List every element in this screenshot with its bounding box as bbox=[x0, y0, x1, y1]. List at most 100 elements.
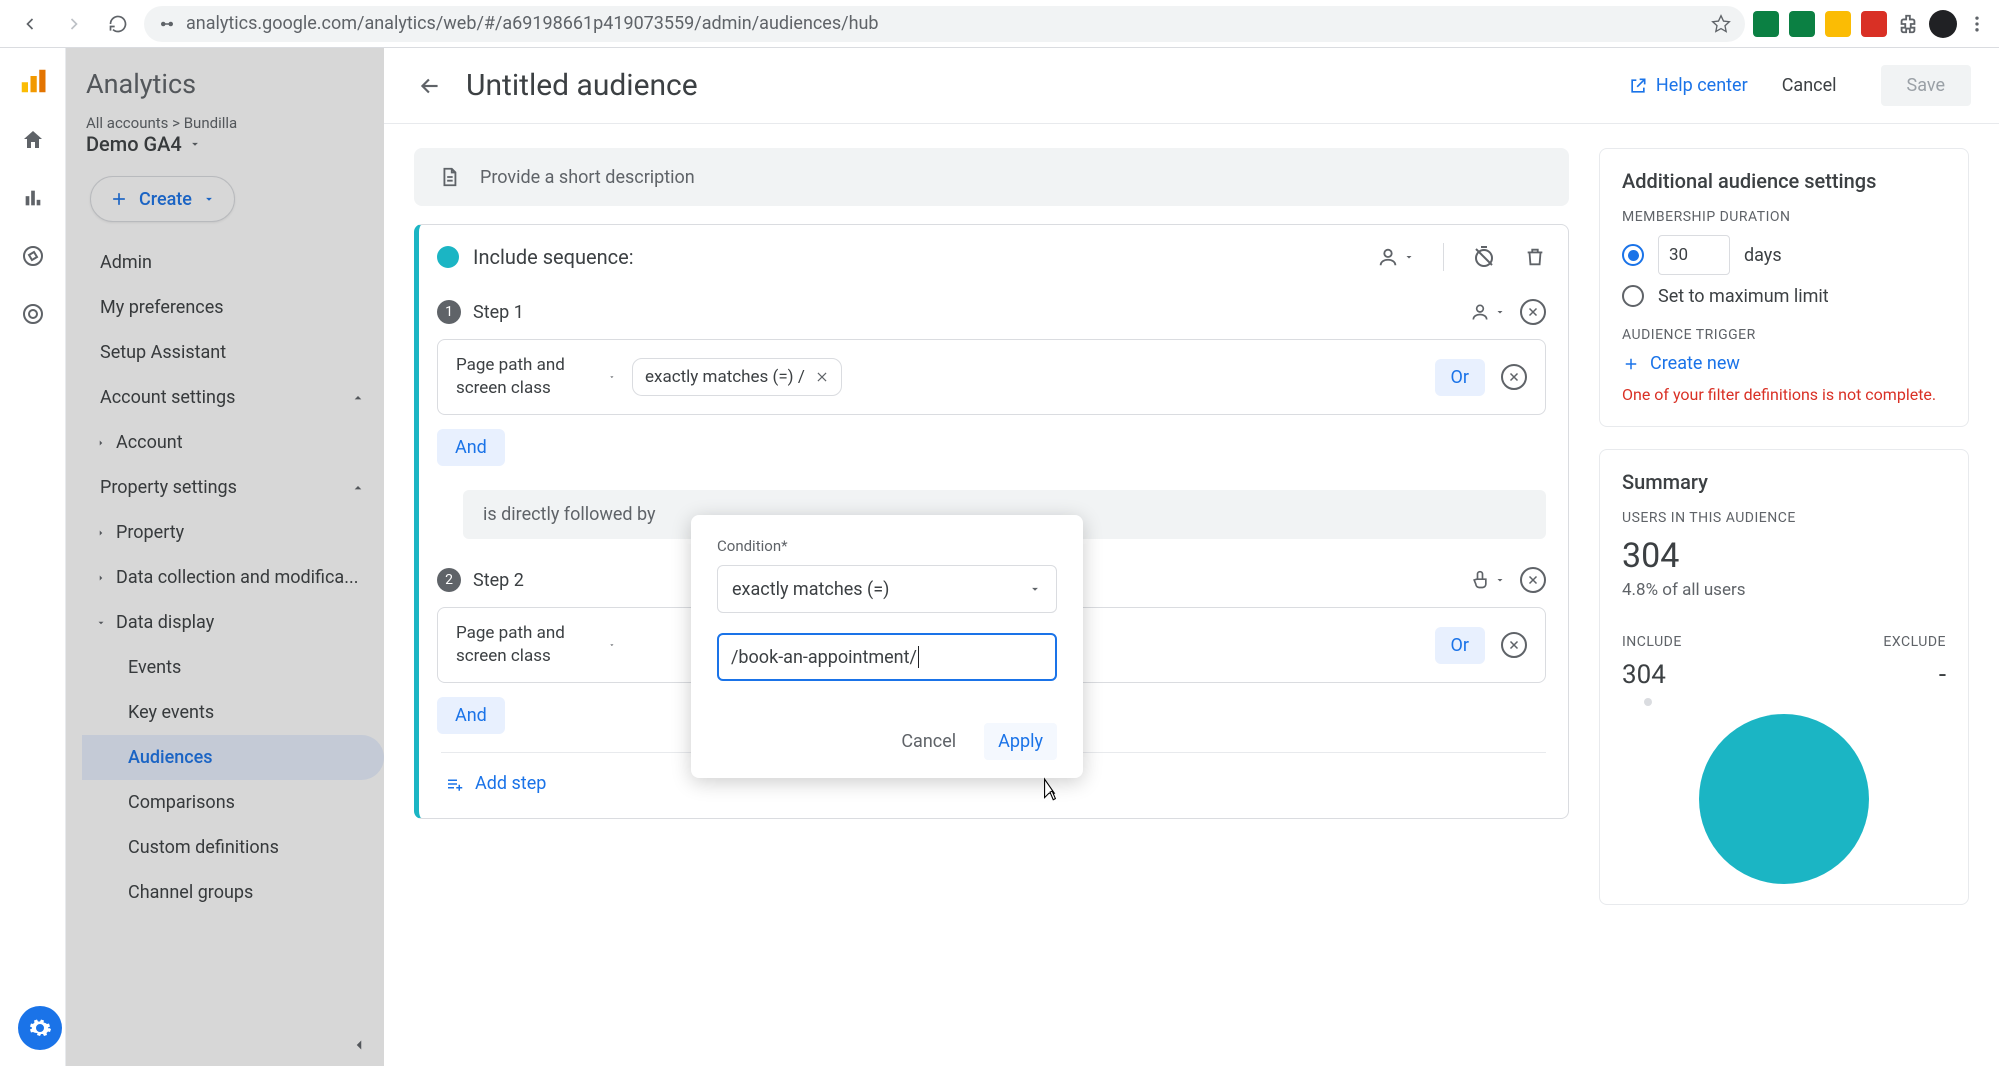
step-number-1: 1 bbox=[437, 300, 461, 324]
exclude-label: EXCLUDE bbox=[1883, 634, 1946, 650]
menu-dots-icon[interactable] bbox=[1967, 14, 1987, 34]
remove-chip-icon[interactable] bbox=[815, 370, 829, 384]
chevron-right-icon bbox=[96, 573, 106, 583]
url-text: analytics.google.com/analytics/web/#/a69… bbox=[186, 13, 879, 34]
max-limit-label: Set to maximum limit bbox=[1658, 286, 1829, 307]
chevron-right-icon bbox=[96, 438, 106, 448]
admin-gear-fab[interactable] bbox=[18, 1006, 62, 1050]
nav-property-settings[interactable]: Property settings bbox=[82, 465, 384, 510]
remove-condition-step1[interactable] bbox=[1501, 364, 1527, 390]
popover-cancel-button[interactable]: Cancel bbox=[895, 723, 962, 760]
step2-scope-picker[interactable] bbox=[1470, 570, 1506, 590]
or-button-step2[interactable]: Or bbox=[1435, 627, 1485, 664]
nav-admin[interactable]: Admin bbox=[82, 240, 384, 285]
home-icon[interactable] bbox=[19, 126, 47, 154]
chevron-up-icon bbox=[350, 390, 366, 406]
days-label: days bbox=[1744, 245, 1782, 266]
scope-picker[interactable] bbox=[1377, 246, 1415, 268]
nav-account[interactable]: Account bbox=[82, 420, 384, 465]
extension-1[interactable] bbox=[1753, 11, 1779, 37]
extension-icons bbox=[1753, 10, 1987, 38]
condition-operator-select[interactable]: exactly matches (=) bbox=[717, 565, 1057, 613]
breadcrumb[interactable]: All accounts > Bundilla bbox=[86, 114, 376, 132]
condition-value-input[interactable]: /book-an-appointment/ bbox=[717, 633, 1057, 681]
remove-condition-step2[interactable] bbox=[1501, 632, 1527, 658]
site-icon bbox=[158, 15, 176, 33]
include-indicator bbox=[437, 246, 459, 268]
forward-button[interactable] bbox=[56, 6, 92, 42]
dimension-select-step1[interactable]: Page path and screen class bbox=[456, 354, 616, 400]
chevron-down-icon bbox=[1403, 251, 1415, 263]
browser-toolbar: analytics.google.com/analytics/web/#/a69… bbox=[0, 0, 1999, 48]
nav-setup-assistant[interactable]: Setup Assistant bbox=[82, 330, 384, 375]
duration-days-radio[interactable] bbox=[1622, 244, 1644, 266]
step-1-label: Step 1 bbox=[473, 302, 1458, 323]
nav-data-display[interactable]: Data display bbox=[82, 600, 384, 645]
extension-3[interactable] bbox=[1825, 11, 1851, 37]
nav-events[interactable]: Events bbox=[82, 645, 384, 690]
chevron-up-icon bbox=[350, 480, 366, 496]
and-button-step1[interactable]: And bbox=[437, 429, 505, 466]
include-sequence-label: Include sequence: bbox=[473, 245, 1363, 269]
step-1: 1 Step 1 bbox=[419, 281, 1568, 480]
step1-scope-picker[interactable] bbox=[1470, 302, 1506, 322]
ga-logo-icon bbox=[18, 66, 48, 96]
remove-step2-button[interactable] bbox=[1520, 567, 1546, 593]
description-input[interactable]: Provide a short description bbox=[414, 148, 1569, 206]
chevron-down-icon bbox=[608, 639, 616, 651]
nav-data-collection[interactable]: Data collection and modifica... bbox=[82, 555, 384, 600]
duration-days-input[interactable]: 30 bbox=[1658, 235, 1730, 275]
users-percent: 4.8% of all users bbox=[1622, 580, 1946, 600]
chevron-down-icon bbox=[1494, 306, 1506, 318]
and-button-step2[interactable]: And bbox=[437, 697, 505, 734]
chevron-right-icon bbox=[96, 528, 106, 538]
trigger-label: AUDIENCE TRIGGER bbox=[1622, 327, 1946, 343]
audience-title[interactable]: Untitled audience bbox=[466, 68, 698, 103]
back-button[interactable] bbox=[12, 6, 48, 42]
help-center-link[interactable]: Help center bbox=[1628, 75, 1748, 96]
timer-off-icon[interactable] bbox=[1472, 245, 1496, 269]
url-bar[interactable]: analytics.google.com/analytics/web/#/a69… bbox=[144, 6, 1745, 42]
chevron-down-icon bbox=[96, 618, 106, 628]
dimension-select-step2[interactable]: Page path and screen class bbox=[456, 622, 616, 668]
nav-channel-groups[interactable]: Channel groups bbox=[82, 870, 384, 915]
sequence-card: Include sequence: bbox=[414, 224, 1569, 819]
brand-name: Analytics bbox=[86, 68, 196, 100]
include-value: 304 bbox=[1622, 660, 1682, 690]
delete-sequence-button[interactable] bbox=[1524, 246, 1546, 268]
extension-4[interactable] bbox=[1861, 11, 1887, 37]
nav-key-events[interactable]: Key events bbox=[82, 690, 384, 735]
settings-title: Additional audience settings bbox=[1622, 169, 1946, 193]
popover-apply-button[interactable]: Apply bbox=[984, 723, 1057, 760]
condition-chip-step1[interactable]: exactly matches (=) / bbox=[632, 358, 842, 396]
explore-icon[interactable] bbox=[19, 242, 47, 270]
reload-button[interactable] bbox=[100, 6, 136, 42]
cancel-button[interactable]: Cancel bbox=[1766, 67, 1853, 104]
remove-step1-button[interactable] bbox=[1520, 299, 1546, 325]
collapse-icon[interactable] bbox=[350, 1036, 368, 1054]
trash-icon bbox=[1524, 246, 1546, 268]
create-trigger-button[interactable]: Create new bbox=[1622, 353, 1946, 374]
star-icon[interactable] bbox=[1711, 14, 1731, 34]
nav-audiences[interactable]: Audiences bbox=[82, 735, 384, 780]
audience-editor: Untitled audience Help center Cancel Sav… bbox=[384, 48, 1999, 1066]
or-button-step1[interactable]: Or bbox=[1435, 359, 1485, 396]
condition-popover: Condition* exactly matches (=) /book-an-… bbox=[691, 515, 1083, 778]
chevron-down-icon bbox=[188, 137, 202, 151]
profile-avatar[interactable] bbox=[1929, 10, 1957, 38]
nav-preferences[interactable]: My preferences bbox=[82, 285, 384, 330]
reports-icon[interactable] bbox=[19, 184, 47, 212]
max-limit-radio[interactable] bbox=[1622, 285, 1644, 307]
advertising-icon[interactable] bbox=[19, 300, 47, 328]
create-button[interactable]: Create bbox=[90, 176, 235, 222]
nav-property[interactable]: Property bbox=[82, 510, 384, 555]
extension-2[interactable] bbox=[1789, 11, 1815, 37]
chevron-down-icon bbox=[202, 192, 216, 206]
property-picker[interactable]: Demo GA4 bbox=[86, 132, 376, 156]
nav-comparisons[interactable]: Comparisons bbox=[82, 780, 384, 825]
nav-account-settings[interactable]: Account settings bbox=[82, 375, 384, 420]
back-arrow-button[interactable] bbox=[412, 68, 448, 104]
extensions-icon[interactable] bbox=[1897, 13, 1919, 35]
include-label: INCLUDE bbox=[1622, 634, 1682, 650]
nav-custom-definitions[interactable]: Custom definitions bbox=[82, 825, 384, 870]
